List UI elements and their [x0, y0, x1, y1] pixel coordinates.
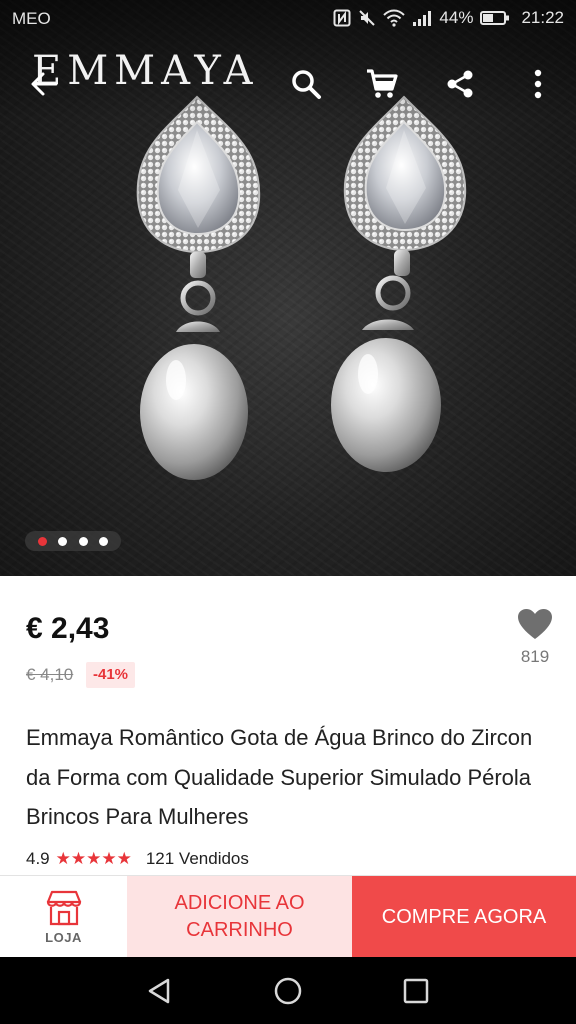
discount-badge: -41% [86, 662, 136, 688]
cart-button[interactable] [362, 64, 402, 104]
product-title: Emmaya Romântico Gota de Água Brinco do … [26, 725, 533, 829]
status-bar: MEO 44% 21:22 [0, 0, 576, 40]
mute-icon [359, 10, 376, 26]
pager-dot[interactable] [99, 536, 109, 546]
bottom-action-bar: LOJA ADICIONE AO CARRINHO COMPRE AGORA [0, 875, 576, 958]
wishlist-count: 819 [520, 647, 550, 666]
left-earring [136, 95, 261, 480]
battery-percentage: 44% [439, 8, 474, 27]
nav-recents-icon[interactable] [400, 975, 432, 1007]
buy-now-label: COMPRE AGORA [381, 905, 547, 928]
share-button[interactable] [440, 64, 480, 104]
pager-dot[interactable] [58, 536, 68, 546]
search-button[interactable] [286, 64, 326, 104]
store-label: LOJA [45, 930, 82, 945]
pager-dot[interactable] [78, 536, 88, 546]
pager-dot-active[interactable] [37, 536, 47, 546]
original-price: € 4,10 [26, 665, 74, 684]
rating-stars: ★★★★★ [55, 849, 132, 868]
share-icon [447, 70, 473, 98]
system-nav-bar [0, 957, 576, 1024]
nfc-icon [333, 9, 351, 27]
current-price: € 2,43 [26, 612, 110, 645]
gallery-pager[interactable] [25, 531, 121, 551]
cart-icon [367, 69, 398, 98]
store-button[interactable]: LOJA [0, 876, 127, 958]
heart-icon [518, 609, 552, 639]
wishlist-button[interactable]: 819 [510, 608, 560, 678]
app-bar: EMMAYA [0, 44, 576, 120]
add-to-cart-label: ADICIONE AO CARRINHO [174, 892, 305, 941]
rating-value: 4.9 [26, 849, 50, 868]
sold-count: 121 Vendidos [145, 849, 249, 868]
nav-back-icon[interactable] [144, 975, 176, 1007]
carrier-name: MEO [12, 9, 51, 28]
nav-home-icon[interactable] [272, 975, 304, 1007]
clock: 21:22 [521, 8, 564, 27]
signal-icon [413, 11, 432, 26]
buy-now-button[interactable]: COMPRE AGORA [352, 876, 576, 958]
search-icon [292, 70, 321, 99]
rating-row[interactable]: 4.9 ★★★★★ 121 Vendidos [26, 849, 249, 869]
store-icon [46, 890, 82, 926]
more-options-button[interactable] [518, 64, 558, 104]
brand-logo: EMMAYA [32, 48, 259, 94]
battery-icon [480, 11, 510, 25]
right-earring [331, 95, 467, 472]
more-icon [534, 69, 542, 99]
back-arrow-icon[interactable] [26, 66, 62, 102]
add-to-cart-button[interactable]: ADICIONE AO CARRINHO [127, 876, 352, 958]
wifi-icon [383, 9, 406, 27]
status-icons: 44% 21:22 [333, 8, 564, 28]
